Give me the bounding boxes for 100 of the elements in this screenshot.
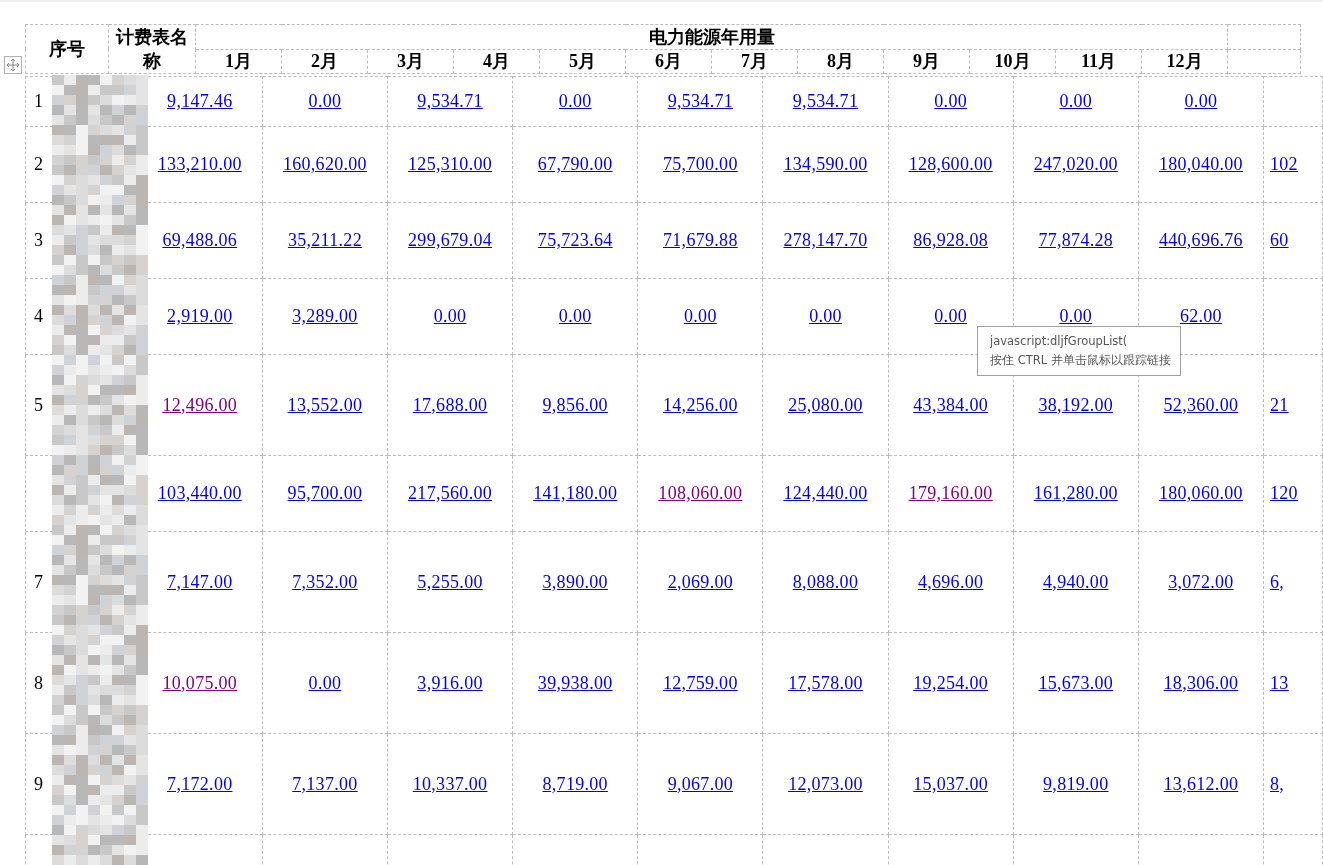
value-link[interactable]: 9,856.00 <box>542 394 608 415</box>
value-link[interactable]: 86,928.08 <box>913 230 988 250</box>
value-link[interactable]: 128,600.00 <box>908 154 993 174</box>
value-link[interactable]: 10,075.00 <box>162 672 238 693</box>
value-link[interactable]: 19,254.00 <box>913 672 988 693</box>
value-link[interactable]: 2,069.00 <box>667 571 734 592</box>
value-link[interactable]: 3,072.00 <box>1168 571 1234 592</box>
row-number: 3 <box>34 230 43 250</box>
month-header: 2月 <box>281 49 368 74</box>
month-header: 3月 <box>367 49 454 74</box>
value-link[interactable]: 179,160.00 <box>908 483 993 503</box>
value-link[interactable]: 440,696.76 <box>1158 230 1243 250</box>
value-link[interactable]: 4,940.00 <box>1043 571 1109 592</box>
value-link[interactable]: 278,147.70 <box>783 230 868 250</box>
month-header: 8月 <box>797 49 884 74</box>
value-link[interactable]: 247,020.00 <box>1033 154 1118 174</box>
value-link[interactable]: 43,384.00 <box>913 394 988 415</box>
value-link[interactable]: 102 <box>1270 154 1298 174</box>
month-header: 1月 <box>195 49 282 74</box>
value-link[interactable]: 124,440.00 <box>783 483 868 503</box>
value-link[interactable]: 134,590.00 <box>783 154 868 174</box>
value-link[interactable]: 39,938.00 <box>537 672 613 693</box>
month-header: 10月 <box>969 49 1056 74</box>
value-link[interactable]: 0.00 <box>308 672 342 693</box>
value-link[interactable]: 69,488.06 <box>162 230 238 250</box>
row-number: 1 <box>34 91 43 111</box>
value-link[interactable]: 0.00 <box>934 91 967 111</box>
value-link[interactable]: 160,620.00 <box>282 154 367 174</box>
value-link[interactable]: 62.00 <box>1179 306 1222 326</box>
value-link[interactable]: 10,337.00 <box>412 773 488 794</box>
value-link[interactable]: 7,137.00 <box>292 773 358 794</box>
value-link[interactable]: 25,080.00 <box>788 394 863 415</box>
value-link[interactable]: 141,180.00 <box>533 483 618 503</box>
value-link[interactable]: 180,060.00 <box>1158 483 1243 503</box>
value-link[interactable]: 0.00 <box>433 306 467 326</box>
value-link[interactable]: 17,688.00 <box>412 394 488 415</box>
value-link[interactable]: 180,040.00 <box>1158 154 1243 174</box>
value-link[interactable]: 0.00 <box>809 306 842 326</box>
value-link[interactable]: 71,679.88 <box>663 230 738 250</box>
value-link[interactable]: 120 <box>1270 483 1298 503</box>
value-link[interactable]: 0.00 <box>934 306 967 326</box>
value-link[interactable]: 95,700.00 <box>287 483 363 503</box>
value-link[interactable]: 161,280.00 <box>1033 483 1118 503</box>
value-link[interactable]: 52,360.00 <box>1163 394 1239 415</box>
value-link[interactable]: 67,790.00 <box>537 154 613 174</box>
value-link[interactable]: 4,696.00 <box>917 571 984 592</box>
value-link[interactable]: 13 <box>1270 672 1289 693</box>
value-link[interactable]: 125,310.00 <box>408 154 493 174</box>
move-handle-icon[interactable] <box>4 56 22 74</box>
value-link[interactable]: 35,211.22 <box>287 230 362 250</box>
value-link[interactable]: 12,759.00 <box>663 672 738 693</box>
value-link[interactable]: 8,719.00 <box>542 773 608 794</box>
value-link[interactable]: 7,352.00 <box>292 571 358 592</box>
value-link[interactable]: 75,723.64 <box>537 230 613 250</box>
value-link[interactable]: 5,255.00 <box>417 571 483 592</box>
value-link[interactable]: 217,560.00 <box>408 483 493 503</box>
value-link[interactable]: 108,060.00 <box>658 483 743 503</box>
value-link[interactable]: 7,147.00 <box>167 571 233 592</box>
value-link[interactable]: 0.00 <box>1184 91 1218 111</box>
value-link[interactable]: 21 <box>1270 394 1289 415</box>
value-link[interactable]: 3,289.00 <box>292 306 358 326</box>
value-link[interactable]: 0.00 <box>1059 91 1093 111</box>
value-link[interactable]: 15,037.00 <box>913 773 988 794</box>
value-link[interactable]: 18,306.00 <box>1163 672 1239 693</box>
value-link[interactable]: 2,919.00 <box>167 306 233 326</box>
value-link[interactable]: 0.00 <box>558 306 592 326</box>
value-link[interactable]: 17,578.00 <box>788 672 863 693</box>
group-header: 电力能源年用量 <box>195 24 1228 49</box>
value-link[interactable]: 0.00 <box>1059 306 1093 326</box>
value-link[interactable]: 9,819.00 <box>1043 773 1109 794</box>
value-link[interactable]: 103,440.00 <box>157 483 242 503</box>
value-link[interactable]: 3,916.00 <box>417 672 483 693</box>
value-link[interactable]: 133,210.00 <box>157 154 242 174</box>
month-header: 4月 <box>453 49 540 74</box>
value-link[interactable]: 13,552.00 <box>287 394 363 415</box>
value-link[interactable]: 12,073.00 <box>788 773 863 794</box>
value-link[interactable]: 0.00 <box>684 306 717 326</box>
value-link[interactable]: 38,192.00 <box>1038 394 1114 415</box>
tooltip-text: javascript:dljfGroupList( <box>990 333 1129 350</box>
value-link[interactable]: 299,679.04 <box>408 230 493 250</box>
value-link[interactable]: 15,673.00 <box>1038 672 1114 693</box>
value-link[interactable]: 3,890.00 <box>542 571 608 592</box>
value-link[interactable]: 8,088.00 <box>792 571 859 592</box>
value-link[interactable]: 77,874.28 <box>1038 230 1114 250</box>
value-link[interactable]: 13,612.00 <box>1163 773 1239 794</box>
value-link[interactable]: 8, <box>1270 773 1285 794</box>
row-number: 8 <box>34 672 43 693</box>
value-link[interactable]: 0.00 <box>308 91 342 111</box>
row-number: 9 <box>34 773 43 794</box>
value-link[interactable]: 14,256.00 <box>663 394 738 415</box>
value-link[interactable]: 6, <box>1270 571 1285 592</box>
value-link[interactable]: 75,700.00 <box>663 154 738 174</box>
value-link[interactable]: 9,067.00 <box>667 773 734 794</box>
value-link[interactable]: 0.00 <box>558 91 592 111</box>
value-link[interactable]: 12,496.00 <box>162 394 238 415</box>
row-number: 5 <box>34 394 43 415</box>
row-number: 7 <box>34 571 43 592</box>
row-number: 4 <box>34 306 43 326</box>
value-link[interactable]: 7,172.00 <box>167 773 233 794</box>
value-link[interactable]: 60 <box>1270 230 1289 250</box>
